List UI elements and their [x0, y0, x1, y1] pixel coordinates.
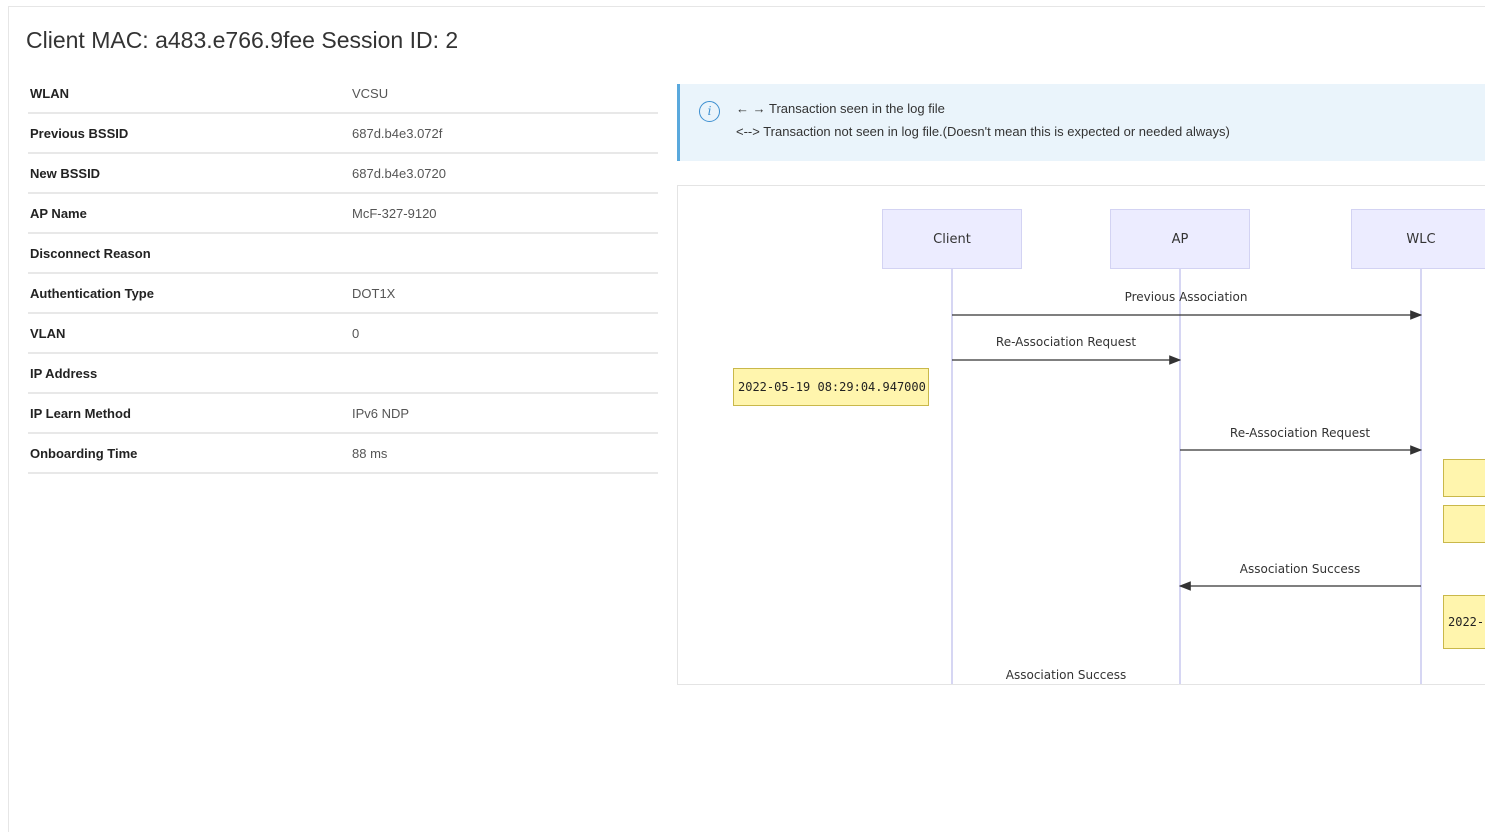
table-row: Onboarding Time 88 ms: [28, 433, 658, 474]
timestamp-note: 2022-05-19 08:29:04.947000: [733, 368, 929, 406]
detail-label: New BSSID: [28, 153, 350, 194]
message-label: Re-Association Request: [995, 335, 1137, 349]
table-row: WLAN VCSU: [28, 74, 658, 114]
actor-wlc: WLC: [1351, 209, 1485, 269]
message-label: Re-Association Request: [1229, 426, 1371, 440]
legend-seen-text: ← → Transaction seen in the log file: [736, 101, 945, 116]
detail-label: AP Name: [28, 193, 350, 234]
detail-label: Authentication Type: [28, 273, 350, 314]
detail-value: DOT1X: [350, 273, 658, 314]
detail-value: 687d.b4e3.0720: [350, 153, 658, 194]
page-title: Client MAC: a483.e766.9fee Session ID: 2: [26, 27, 459, 53]
detail-label: Onboarding Time: [28, 433, 350, 474]
sequence-diagram: Client AP WLC Previous Association Re-As…: [677, 185, 1485, 685]
detail-value: McF-327-9120: [350, 193, 658, 234]
message-label: Association Success: [1239, 562, 1361, 576]
table-row: New BSSID 687d.b4e3.0720: [28, 153, 658, 194]
detail-value: [350, 353, 658, 394]
detail-value: 88 ms: [350, 433, 658, 474]
table-row: IP Address: [28, 353, 658, 394]
table-row: AP Name McF-327-9120: [28, 193, 658, 234]
table-row: Previous BSSID 687d.b4e3.072f: [28, 113, 658, 154]
detail-label: Previous BSSID: [28, 113, 350, 154]
detail-value: VCSU: [350, 74, 658, 114]
timestamp-note: [1443, 505, 1485, 543]
table-row: VLAN 0: [28, 313, 658, 354]
message-label: Previous Association: [1124, 290, 1248, 304]
timestamp-note: [1443, 459, 1485, 497]
client-details-table: WLAN VCSU Previous BSSID 687d.b4e3.072f Ne…: [28, 74, 658, 474]
timestamp-note: 2022-: [1443, 595, 1485, 649]
legend-info-banner: i ← → Transaction seen in the log file <…: [677, 84, 1485, 161]
detail-value: 0: [350, 313, 658, 354]
table-row: IP Learn Method IPv6 NDP: [28, 393, 658, 434]
legend-not-seen-text: <--> Transaction not seen in log file.(D…: [736, 124, 1230, 139]
info-icon: i: [699, 101, 720, 122]
detail-value: IPv6 NDP: [350, 393, 658, 434]
detail-label: VLAN: [28, 313, 350, 354]
actor-client: Client: [882, 209, 1022, 269]
detail-value: [350, 233, 658, 274]
detail-label: WLAN: [28, 74, 350, 114]
actor-ap: AP: [1110, 209, 1250, 269]
detail-label: IP Learn Method: [28, 393, 350, 434]
message-label: Association Success: [1005, 668, 1127, 682]
detail-label: IP Address: [28, 353, 350, 394]
table-row: Disconnect Reason: [28, 233, 658, 274]
table-row: Authentication Type DOT1X: [28, 273, 658, 314]
detail-label: Disconnect Reason: [28, 233, 350, 274]
detail-value: 687d.b4e3.072f: [350, 113, 658, 154]
